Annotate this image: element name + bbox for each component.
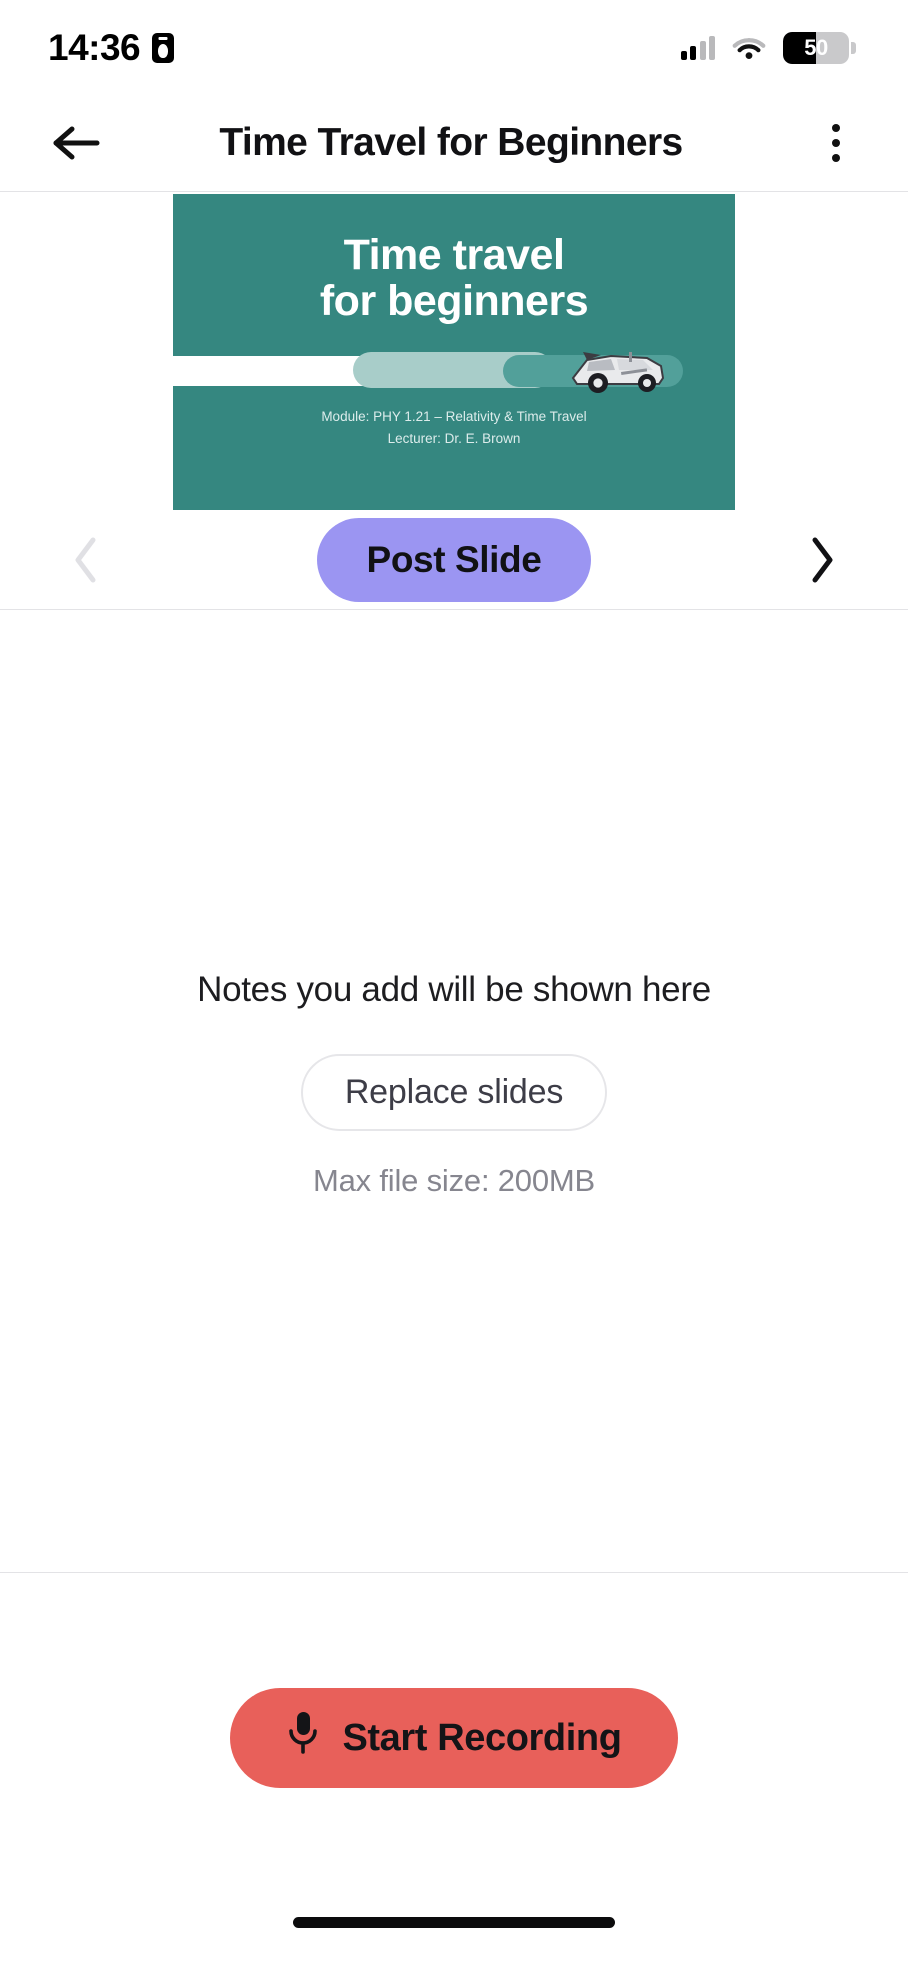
notes-empty-message: Notes you add will be shown here xyxy=(197,969,711,1009)
slide-module-label: Module: PHY 1.21 – Relativity & Time Tra… xyxy=(321,409,587,424)
wifi-icon xyxy=(732,35,766,60)
recording-section: Start Recording xyxy=(0,1573,908,1903)
slide-lecturer-label: Lecturer: Dr. E. Brown xyxy=(387,430,521,446)
home-indicator[interactable] xyxy=(293,1917,615,1928)
delorean-car-icon xyxy=(543,344,667,401)
battery-percent-label: 50 xyxy=(804,34,828,60)
max-file-size-label: Max file size: 200MB xyxy=(313,1162,595,1198)
start-recording-button[interactable]: Start Recording xyxy=(230,1688,678,1788)
app-bar: Time Travel for Beginners xyxy=(0,95,908,192)
status-bar-clock: 14:36 xyxy=(48,26,141,68)
chevron-left-icon[interactable] xyxy=(58,532,114,588)
chevron-right-icon[interactable] xyxy=(794,532,850,588)
battery-icon: 50 xyxy=(783,31,856,64)
microphone-icon xyxy=(286,1710,320,1766)
post-slide-button[interactable]: Post Slide xyxy=(316,517,592,602)
notes-section: Notes you add will be shown here Replace… xyxy=(0,610,908,1573)
cellular-signal-icon xyxy=(680,35,715,60)
more-vertical-icon[interactable] xyxy=(804,111,868,175)
slide-thumbnail[interactable]: Time travel for beginners Module: PHY 1.… xyxy=(173,194,735,510)
slide-title: Time travel for beginners xyxy=(173,232,735,325)
slide-title-line-2: for beginners xyxy=(319,277,589,326)
slide-metadata: Module: PHY 1.21 – Relativity & Time Tra… xyxy=(173,406,735,450)
start-recording-label: Start Recording xyxy=(342,1716,622,1759)
status-bar: 14:36 50 xyxy=(0,0,908,95)
home-indicator-area xyxy=(0,1903,908,1963)
page-title: Time Travel for Beginners xyxy=(219,121,683,164)
app-screen: 14:36 50 Time Travel for Beginners Time … xyxy=(0,0,908,1963)
slide-preview-section: Time travel for beginners Module: PHY 1.… xyxy=(0,192,908,610)
slide-navigation-bar: Post Slide xyxy=(0,510,908,609)
status-bar-left: 14:36 xyxy=(48,26,175,69)
slide-title-line-1: Time travel xyxy=(343,231,565,279)
status-bar-right: 50 xyxy=(680,31,856,64)
screen-record-badge-icon xyxy=(152,32,175,63)
replace-slides-button[interactable]: Replace slides xyxy=(300,1053,608,1131)
slide-thumbnail-holder: Time travel for beginners Module: PHY 1.… xyxy=(0,192,908,510)
